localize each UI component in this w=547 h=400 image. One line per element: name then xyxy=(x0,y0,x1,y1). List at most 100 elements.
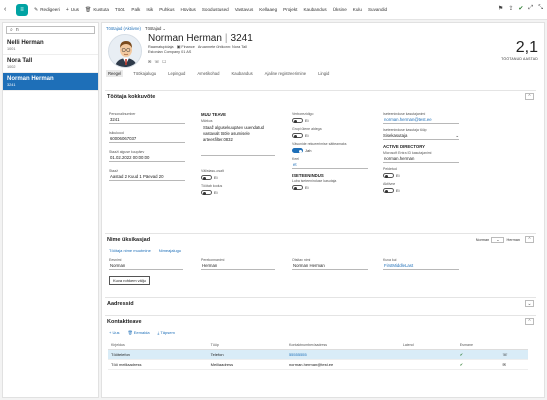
back-arrow-icon[interactable]: ‹ xyxy=(4,6,12,14)
seniority-start-field[interactable]: Staaži algusе kuupäev 01.02.2022 00:00:0… xyxy=(109,150,185,162)
action-delete[interactable]: 🗑 Kustuta xyxy=(85,7,109,13)
breadcrumb-item[interactable]: Töötajad (Aktiivne) xyxy=(106,26,141,31)
column-header[interactable]: Tüüp xyxy=(207,341,286,350)
tab[interactable]: Töökajalugu xyxy=(131,70,158,77)
id-code-field[interactable]: Isikukood 60006067037 xyxy=(109,131,185,143)
active-toggle[interactable]: Aktiivne Ei xyxy=(383,182,459,194)
action-menu-8[interactable]: Soodustused xyxy=(202,7,229,13)
phone-icon[interactable]: ☏ xyxy=(154,59,159,64)
pencil-icon: ✎ xyxy=(34,6,39,13)
action-label: Redigeeri xyxy=(40,7,60,12)
search-name-field[interactable]: Otsitav nimi Norman Herman xyxy=(292,258,368,270)
action-menu-9[interactable]: Vastavus xyxy=(235,7,254,13)
toggle-switch[interactable] xyxy=(292,118,303,123)
change-name-link[interactable]: Töötaja nime muutmine xyxy=(109,248,151,253)
list-item[interactable]: Nelli Herman 1001 xyxy=(3,37,98,55)
cell-value[interactable]: 55555555 xyxy=(285,349,400,360)
personnel-number-field[interactable]: Personalinumber 3241 xyxy=(109,112,185,124)
breadcrumb-item[interactable]: Töötajad ⌄ xyxy=(145,26,166,31)
column-header[interactable]: Kirjeldus xyxy=(108,341,208,350)
add-contact-button[interactable]: + Uus xyxy=(109,330,120,335)
edit-check-icon[interactable]: ✔ xyxy=(518,5,523,12)
show-more-fields-button[interactable]: Kuva rohkem välju xyxy=(109,276,150,285)
tab[interactable]: Lingid xyxy=(316,70,331,77)
expand-section-button[interactable]: ⌄ xyxy=(525,300,534,307)
delete-icon: 🗑 xyxy=(84,6,92,13)
works-from-home-toggle[interactable]: Töötab kodus Ei xyxy=(201,184,275,196)
search-input[interactable]: ⌕ n xyxy=(6,26,95,34)
action-menu-11[interactable]: Projekt xyxy=(283,7,297,13)
list-item[interactable]: Norman Herman 3241 xyxy=(3,73,98,91)
column-header[interactable]: Laiend xyxy=(399,341,457,350)
list-item[interactable]: Nora Tall 1002 xyxy=(3,55,98,73)
employee-card: Töötajad (Aktiivne) Töötajad ⌄ Norman He… xyxy=(101,22,545,398)
memo-field[interactable]: Märkus Staaž algusekuupäev uuendatud vas… xyxy=(201,119,275,156)
hide-toggle[interactable]: Verborezidigo Ei xyxy=(292,112,368,124)
action-menu-4[interactable]: Palk xyxy=(131,7,140,13)
hidden-toggle[interactable]: Peidetud Ei xyxy=(383,167,459,179)
column-header[interactable]: Esmane xyxy=(456,341,500,350)
expand-icon[interactable]: ⤢ xyxy=(528,5,533,12)
action-menu-3[interactable]: Tööt. xyxy=(115,7,125,13)
action-label: Kellaaeg xyxy=(259,7,278,12)
remove-contact-button[interactable]: 🗑 Eemalda xyxy=(128,330,150,335)
collapse-section-button[interactable]: ⌃ xyxy=(525,318,534,325)
tab[interactable]: Ajaline registreerimine xyxy=(263,70,308,77)
first-name-field[interactable]: Eesnimi Norman xyxy=(109,258,183,270)
tab[interactable]: Lepingud xyxy=(166,70,187,77)
action-menu-14[interactable]: Kulu xyxy=(353,7,362,13)
column-header[interactable]: Kontaktnumber/aadress xyxy=(285,341,400,350)
action-menu-10[interactable]: Kellaaeg xyxy=(259,7,277,13)
action-pencil[interactable]: ✎ Redigeeri xyxy=(34,7,60,13)
table-row[interactable]: Töötelefon Telefon 55555555 ✔ ☏ xyxy=(108,349,528,360)
collapse-section-button[interactable]: ⌃ xyxy=(525,236,534,243)
toggle-switch[interactable] xyxy=(292,133,303,138)
toggle-switch[interactable] xyxy=(383,188,394,193)
action-menu-12[interactable]: Kaubandus xyxy=(303,7,326,13)
name-history-link[interactable]: Nimeajalugu xyxy=(159,248,181,253)
action-plus[interactable]: + Uus xyxy=(66,7,79,13)
action-menu-7[interactable]: Hüvitus xyxy=(181,7,196,13)
last-name-field[interactable]: Perekonnanimi Herman xyxy=(201,258,275,270)
avatar xyxy=(108,34,142,68)
collapse-icon[interactable]: ⤡ xyxy=(538,5,543,12)
column-header[interactable] xyxy=(499,341,528,350)
toggle-switch[interactable] xyxy=(292,185,303,190)
action-menu-15[interactable]: Suvandid xyxy=(368,7,387,13)
addresses-section: Aadressid ⌄ xyxy=(105,297,536,313)
tab[interactable]: Kaubandus xyxy=(229,70,254,77)
cell-primary: ✔ xyxy=(456,359,500,370)
action-menu-6[interactable]: Puhkus xyxy=(159,7,174,13)
action-menu-5[interactable]: Isik xyxy=(146,7,153,13)
toggle-switch[interactable] xyxy=(201,175,212,180)
toggle-switch[interactable] xyxy=(201,190,212,195)
contacts-actions: + Uus 🗑 Eemalda ⤓ Täpsem xyxy=(109,330,175,335)
share-icon[interactable]: ⇪ xyxy=(508,5,513,12)
self-service-toggle[interactable]: Luba iseteeninduse kasutaja Ei xyxy=(292,179,368,191)
collapse-section-button[interactable]: ⌃ xyxy=(525,93,534,100)
cell-value[interactable]: norman.herman@test.ee xyxy=(285,359,400,370)
mail-icon[interactable]: ✉ xyxy=(148,59,151,64)
advanced-button[interactable]: ⤓ Täpsem xyxy=(158,330,175,335)
action-menu-13[interactable]: Üksine xyxy=(333,7,347,13)
group-toggle[interactable]: Grupi ülene aldega Ei xyxy=(292,127,368,139)
entra-username-field[interactable]: Microsoft Entra ID kasutajanimi norman.h… xyxy=(383,151,459,163)
self-service-username-field[interactable]: Iseteeninduse kasutajanimi norman.herman… xyxy=(383,112,459,124)
tab[interactable]: Ametikohad xyxy=(195,70,221,77)
tab[interactable]: Reegel xyxy=(106,70,124,77)
header-details: Raamatupidaja ▣ Finance Aruannete ühtkon… xyxy=(148,45,247,54)
remote-work-toggle[interactable]: Välistasu-osalt Ei xyxy=(201,169,275,181)
display-as-field[interactable]: Kuva kui FirstMiddleLast xyxy=(383,258,459,270)
bookmark-icon[interactable]: ⚑ xyxy=(498,5,503,12)
language-field[interactable]: Keel et xyxy=(292,157,368,169)
toggle-switch[interactable] xyxy=(383,173,394,178)
self-service-type-field[interactable]: Iseteeninduse kasutaja tüüp Sisekasutaja… xyxy=(383,128,459,140)
table-row[interactable]: Töö meiliaadress Meiliaadress norman.herma… xyxy=(108,359,528,370)
toggle-switch[interactable] xyxy=(292,148,303,153)
cell-type: Meiliaadress xyxy=(207,359,286,370)
pay-toggle[interactable]: Väsunide rekueerimise sätteamaks Jah xyxy=(292,142,368,154)
name-format-dropdown[interactable]: ⌄ xyxy=(491,237,505,243)
chat-icon[interactable]: ☐ xyxy=(162,59,166,64)
action-label: Isik xyxy=(146,7,154,12)
action-label: Kulu xyxy=(352,7,362,12)
